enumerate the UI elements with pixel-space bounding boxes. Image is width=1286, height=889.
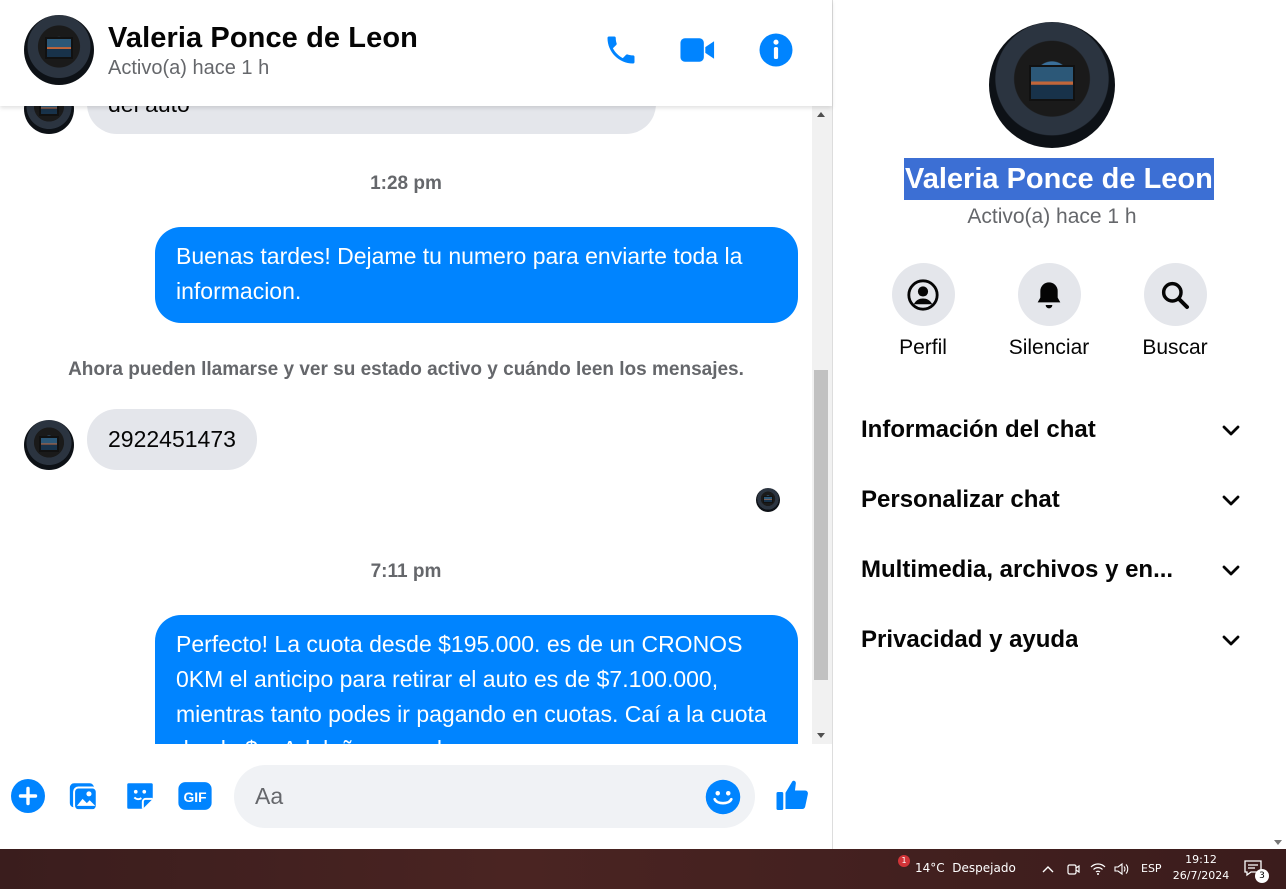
message-outgoing[interactable]: Buenas tardes! Dejame tu numero para env… bbox=[155, 227, 798, 323]
image-icon[interactable] bbox=[66, 778, 102, 814]
chevron-down-icon bbox=[1222, 495, 1240, 506]
info-icon[interactable] bbox=[756, 30, 796, 70]
info-contact-name[interactable]: Valeria Ponce de Leon bbox=[904, 158, 1214, 200]
message-list[interactable]: del auto 1:28 pm Buenas tardes! Dejame t… bbox=[0, 106, 812, 744]
timestamp: 1:28 pm bbox=[370, 173, 442, 194]
mute-button[interactable]: Silenciar bbox=[994, 263, 1104, 360]
search-label: Buscar bbox=[1142, 336, 1208, 359]
notification-count: 3 bbox=[1255, 869, 1269, 883]
search-button[interactable]: Buscar bbox=[1120, 263, 1230, 360]
chat-header: Valeria Ponce de Leon Activo(a) hace 1 h bbox=[0, 0, 832, 106]
contact-avatar[interactable] bbox=[24, 420, 74, 470]
taskbar: 1 14°C Despejado ESP 19:12 26/7/2024 3 bbox=[0, 849, 1286, 889]
svg-text:GIF: GIF bbox=[183, 789, 206, 805]
bell-icon bbox=[1017, 263, 1081, 326]
contact-status: Activo(a) hace 1 h bbox=[108, 57, 270, 79]
system-message: Ahora pueden llamarse y ver su estado ac… bbox=[68, 359, 744, 380]
search-icon bbox=[1143, 263, 1207, 326]
timestamp: 7:11 pm bbox=[370, 561, 442, 582]
sticker-icon[interactable] bbox=[122, 778, 158, 814]
scroll-up-arrow[interactable] bbox=[817, 112, 825, 117]
chevron-up-icon[interactable] bbox=[1041, 861, 1055, 880]
scrollbar-thumb[interactable] bbox=[814, 370, 828, 680]
message-incoming-partial[interactable]: del auto bbox=[87, 106, 656, 134]
chevron-down-icon bbox=[1222, 635, 1240, 646]
message-text: del auto bbox=[108, 106, 190, 118]
mute-label: Silenciar bbox=[1008, 336, 1090, 359]
weather-text[interactable]: 14°C Despejado bbox=[915, 861, 1016, 875]
profile-button[interactable]: Perfil bbox=[868, 263, 978, 360]
clock-time: 19:12 bbox=[1185, 853, 1217, 866]
volume-icon[interactable] bbox=[1113, 861, 1129, 880]
message-text: Buenas tardes! Dejame tu numero para env… bbox=[176, 243, 743, 304]
message-text: 2922451473 bbox=[108, 426, 236, 452]
input-language[interactable]: ESP bbox=[1141, 862, 1162, 875]
chat-pane: del auto 1:28 pm Buenas tardes! Dejame t… bbox=[0, 0, 832, 849]
chevron-down-icon bbox=[1222, 425, 1240, 436]
section-title: Personalizar chat bbox=[861, 486, 1060, 513]
wifi-icon[interactable] bbox=[1090, 861, 1106, 880]
contact-avatar-large[interactable] bbox=[989, 22, 1115, 148]
section-customize-chat[interactable]: Personalizar chat bbox=[861, 475, 1243, 525]
contact-avatar[interactable] bbox=[24, 15, 94, 85]
section-media-files[interactable]: Multimedia, archivos y en... bbox=[861, 545, 1243, 595]
chevron-down-icon bbox=[1222, 565, 1240, 576]
composer: GIF bbox=[0, 744, 832, 849]
info-contact-status: Activo(a) hace 1 h bbox=[967, 205, 1137, 228]
chat-info-panel: Valeria Ponce de Leon Activo(a) hace 1 h… bbox=[832, 0, 1270, 849]
weather-icon[interactable]: 1 bbox=[884, 855, 910, 882]
profile-label: Perfil bbox=[899, 336, 947, 359]
message-input[interactable] bbox=[234, 765, 755, 828]
message-outgoing[interactable]: Perfecto! La cuota desde $195.000. es de… bbox=[155, 615, 798, 744]
scroll-down-arrow[interactable] bbox=[1274, 840, 1282, 845]
message-text: Perfecto! La cuota desde $195.000. es de… bbox=[176, 631, 767, 744]
section-chat-info[interactable]: Información del chat bbox=[861, 405, 1243, 455]
scroll-down-arrow[interactable] bbox=[817, 733, 825, 738]
meet-icon[interactable] bbox=[1066, 861, 1080, 880]
section-title: Información del chat bbox=[861, 416, 1096, 443]
messenger-app: del auto 1:28 pm Buenas tardes! Dejame t… bbox=[0, 0, 1286, 849]
notification-icon[interactable]: 3 bbox=[1243, 858, 1269, 883]
clock[interactable]: 19:12 26/7/2024 bbox=[1168, 852, 1234, 884]
video-icon[interactable] bbox=[678, 30, 718, 70]
section-privacy-help[interactable]: Privacidad y ayuda bbox=[861, 615, 1243, 665]
chat-scrollbar[interactable] bbox=[812, 106, 832, 744]
like-icon[interactable] bbox=[775, 777, 811, 813]
gif-icon[interactable]: GIF bbox=[177, 778, 213, 814]
profile-icon bbox=[891, 263, 955, 326]
emoji-icon[interactable] bbox=[705, 779, 741, 815]
section-title: Privacidad y ayuda bbox=[861, 626, 1079, 653]
contact-avatar[interactable] bbox=[24, 106, 74, 134]
section-title: Multimedia, archivos y en... bbox=[861, 556, 1174, 583]
phone-icon[interactable] bbox=[601, 30, 641, 70]
contact-name[interactable]: Valeria Ponce de Leon bbox=[108, 22, 418, 55]
info-scrollbar[interactable] bbox=[1270, 0, 1286, 849]
weather-badge: 1 bbox=[898, 855, 910, 867]
clock-date: 26/7/2024 bbox=[1172, 869, 1230, 882]
message-incoming[interactable]: 2922451473 bbox=[87, 409, 257, 470]
read-receipt-avatar bbox=[756, 488, 780, 512]
plus-icon[interactable] bbox=[10, 778, 46, 814]
